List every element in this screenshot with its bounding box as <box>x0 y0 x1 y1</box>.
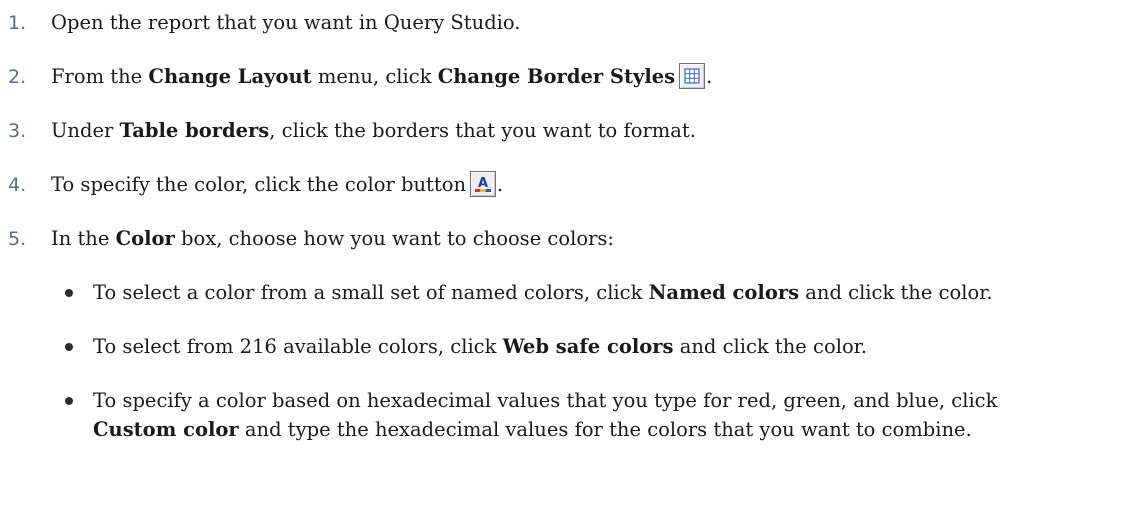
step-text-part: , click the borders that you want to for… <box>269 119 696 142</box>
bullet-text: To select a color from a small set of na… <box>93 278 993 308</box>
bullet-text-part: To select a color from a small set of na… <box>93 281 649 304</box>
bullet-text: To specify a color based on hexadecimal … <box>93 389 998 412</box>
step-text-part: . <box>706 65 713 88</box>
step-text: In the Color box, choose how you want to… <box>51 224 614 254</box>
step-text: Open the report that you want in Query S… <box>51 11 521 34</box>
step-text-part: menu, click <box>311 65 438 88</box>
step-text-part: In the <box>51 227 116 250</box>
option-name: Custom color <box>93 418 239 441</box>
step-number: 2. <box>8 66 27 88</box>
step-text-part: To specify the color, click the color bu… <box>51 173 467 196</box>
font-color-icon: A <box>470 171 497 197</box>
option-name: Named colors <box>648 281 800 304</box>
bullet-icon <box>65 289 73 297</box>
step-text-part: Under <box>51 119 120 142</box>
bullet-text-part: and click the color. <box>673 335 868 358</box>
bullet-icon <box>65 343 73 351</box>
bullet-text-part: and type the hexadecimal values for the … <box>238 418 972 441</box>
step-text: To specify the color, click the color bu… <box>51 170 503 200</box>
box-name: Color <box>115 227 175 250</box>
step-number: 4. <box>8 174 27 196</box>
step-text-part: From the <box>51 65 149 88</box>
step-text: From the Change Layout menu, click Chang… <box>51 62 712 92</box>
step-text-part: box, choose how you want to choose color… <box>174 227 614 250</box>
bullet-text-part: and click the color. <box>799 281 993 304</box>
menu-name: Change Layout <box>148 65 312 88</box>
bullet-text: To select from 216 available colors, cli… <box>93 332 867 362</box>
step-number: 3. <box>8 120 27 142</box>
color-letter: A <box>478 176 488 191</box>
option-name: Web safe colors <box>502 335 674 358</box>
table-grid-icon <box>679 63 706 89</box>
section-name: Table borders <box>119 119 270 142</box>
bullet-text-part: To select from 216 available colors, cli… <box>93 335 503 358</box>
step-number: 5. <box>8 228 27 250</box>
step-number: 1. <box>8 12 27 34</box>
instructions-document: 1. Open the report that you want in Quer… <box>0 0 1148 508</box>
command-name: Change Border Styles <box>437 65 676 88</box>
step-text-part: . <box>497 173 504 196</box>
bullet-icon <box>65 397 73 405</box>
bullet-text: Custom color and type the hexadecimal va… <box>93 415 972 445</box>
step-text: Under Table borders, click the borders t… <box>51 116 696 146</box>
